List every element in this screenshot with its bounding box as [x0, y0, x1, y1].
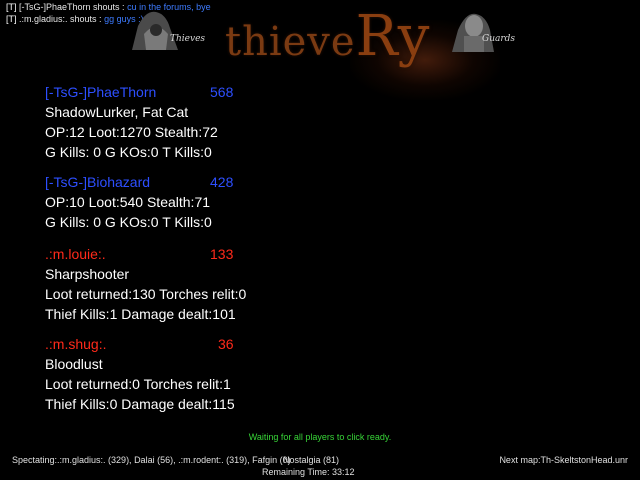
- remaining-time: Remaining Time: 33:12: [262, 467, 355, 477]
- scoreboard-entry: .:m.louie:. 133 Sharpshooter Loot returne…: [45, 244, 246, 324]
- guards-label: Guards: [482, 34, 516, 44]
- ready-status-message: Waiting for all players to click ready.: [248, 432, 392, 442]
- chat-sender: [-TsG-]PhaeThorn shouts :: [19, 2, 125, 12]
- guards-emblem-icon: [452, 13, 494, 52]
- player-score: 568: [210, 84, 234, 100]
- game-logo-banner: Thieves thieveRy Guards: [120, 0, 520, 100]
- overlay-player-name: Nostalgia (81): [283, 455, 340, 465]
- player-stat-line: Bloodlust: [45, 356, 103, 372]
- player-stat-line: OP:12 Loot:1270 Stealth:72: [45, 124, 218, 140]
- player-stat-line: OP:10 Loot:540 Stealth:71: [45, 194, 211, 210]
- chat-sender: .:m.gladius:. shouts :: [19, 14, 102, 24]
- player-score: 428: [210, 174, 234, 190]
- player-stat-line: Thief Kills:1 Damage dealt:101: [45, 306, 236, 322]
- scoreboard-entry: [-TsG-]Biohazard 428 OP:10 Loot:540 Steal…: [45, 172, 233, 232]
- player-name: [-TsG-]Biohazard: [45, 174, 151, 190]
- scoreboard-entry: [-TsG-]PhaeThorn 568 ShadowLurker, Fat Ca…: [45, 82, 233, 162]
- player-stat-line: Sharpshooter: [45, 266, 130, 282]
- player-stat-line: Loot returned:130 Torches relit:0: [45, 286, 247, 302]
- player-stat-line: G Kills: 0 G KOs:0 T Kills:0: [45, 214, 212, 230]
- player-score: 133: [210, 246, 234, 262]
- chat-prefix: [T]: [6, 14, 17, 24]
- player-name: .:m.louie:.: [45, 246, 106, 262]
- game-title: thieveRy: [225, 4, 431, 69]
- player-name: .:m.shug:.: [45, 336, 107, 352]
- player-stat-line: ShadowLurker, Fat Cat: [45, 104, 189, 120]
- scoreboard-entry: .:m.shug:. 36 Bloodlust Loot returned:0 T…: [45, 334, 235, 414]
- chat-prefix: [T]: [6, 2, 17, 12]
- thieves-label: Thieves: [170, 34, 206, 44]
- thieves-emblem-icon: [132, 11, 178, 50]
- player-name: [-TsG-]PhaeThorn: [45, 84, 157, 100]
- spectator-list: Spectating:.:m.gladius:. (329), Dalai (5…: [12, 455, 291, 465]
- player-score: 36: [218, 336, 234, 352]
- player-stat-line: G Kills: 0 G KOs:0 T Kills:0: [45, 144, 212, 160]
- player-stat-line: Thief Kills:0 Damage dealt:115: [45, 396, 235, 412]
- next-map-label: Next map:Th-SkeltstonHead.unr: [499, 455, 628, 465]
- player-stat-line: Loot returned:0 Torches relit:1: [45, 376, 231, 392]
